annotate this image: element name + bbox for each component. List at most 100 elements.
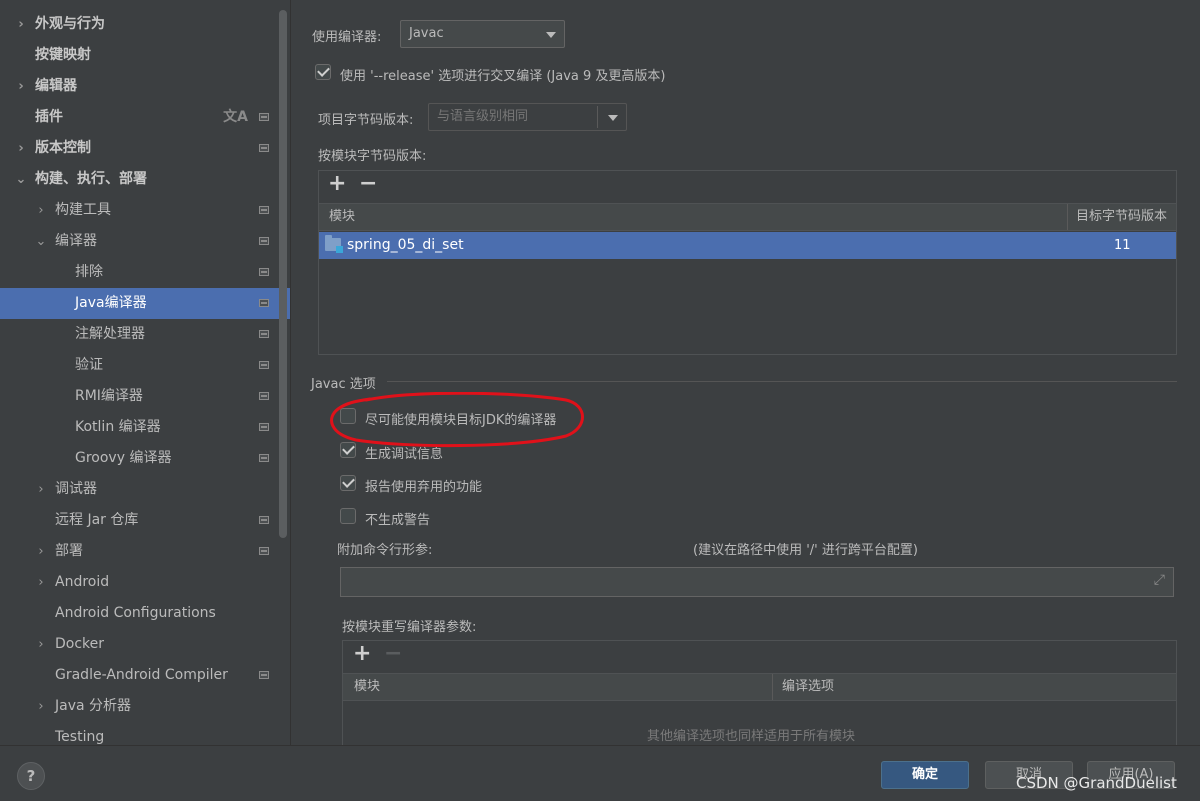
sidebar-item-label: 按键映射 xyxy=(35,47,91,63)
sidebar-item-appearance[interactable]: › 外观与行为 xyxy=(0,9,290,40)
sidebar-item-label: Kotlin 编译器 xyxy=(75,419,161,435)
sidebar-item-gradle-android-compiler[interactable]: Gradle-Android Compiler xyxy=(0,660,290,691)
column-header-compile-options[interactable]: 编译选项 xyxy=(782,674,834,700)
sidebar-item-label: 排除 xyxy=(75,264,103,280)
sidebar-item-java-compiler[interactable]: Java编译器 xyxy=(0,288,290,319)
javac-section-title: Javac 选项 xyxy=(311,377,376,392)
sidebar-item-annotation-processors[interactable]: 注解处理器 xyxy=(0,319,290,350)
section-divider xyxy=(387,381,1177,382)
help-icon[interactable]: ? xyxy=(17,762,45,790)
override-args-label: 按模块重写编译器参数: xyxy=(342,620,477,635)
override-table-header: 模块 编译选项 xyxy=(343,673,1176,701)
java-compiler-panel: 使用编译器: Javac 使用 '--release' 选项进行交叉编译 (Ja… xyxy=(291,0,1200,750)
module-table-header: 模块 目标字节码版本 xyxy=(319,203,1176,231)
project-scope-icon xyxy=(259,454,269,462)
sidebar-item-label: 外观与行为 xyxy=(35,16,105,32)
sidebar-item-label: Gradle-Android Compiler xyxy=(55,667,228,683)
sidebar-item-label: 验证 xyxy=(75,357,103,373)
column-divider[interactable] xyxy=(772,674,773,700)
add-override-button[interactable]: + xyxy=(353,643,371,665)
chevron-right-icon[interactable]: › xyxy=(15,133,27,164)
use-compiler-label: 使用编译器: xyxy=(312,30,382,45)
chevron-down-icon[interactable]: ⌄ xyxy=(15,164,27,195)
sidebar-item-label: 版本控制 xyxy=(35,140,91,156)
sidebar-item-remote-jar[interactable]: 远程 Jar 仓库 xyxy=(0,505,290,536)
sidebar-item-testing[interactable]: Testing xyxy=(0,722,290,745)
chevron-right-icon[interactable]: › xyxy=(35,474,47,505)
project-scope-icon xyxy=(259,392,269,400)
sidebar-item-build-tools[interactable]: › 构建工具 xyxy=(0,195,290,226)
chevron-right-icon[interactable]: › xyxy=(35,195,47,226)
column-divider[interactable] xyxy=(1067,204,1068,230)
sidebar-item-label: Groovy 编译器 xyxy=(75,450,172,466)
sidebar-item-label: 调试器 xyxy=(55,481,97,497)
module-target-version[interactable]: 11 xyxy=(1114,232,1131,259)
report-deprecated-checkbox[interactable] xyxy=(340,475,356,491)
chevron-down-icon[interactable]: ⌄ xyxy=(35,226,47,257)
column-header-target-bytecode[interactable]: 目标字节码版本 xyxy=(1076,204,1167,230)
column-header-module[interactable]: 模块 xyxy=(354,674,380,700)
add-module-button[interactable]: + xyxy=(328,173,346,195)
chevron-right-icon[interactable]: › xyxy=(35,567,47,598)
expand-icon[interactable]: ⤢ xyxy=(1154,572,1165,588)
sidebar-item-compiler[interactable]: ⌄ 编译器 xyxy=(0,226,290,257)
sidebar-item-label: RMI编译器 xyxy=(75,388,143,404)
sidebar-item-label: 部署 xyxy=(55,543,83,559)
csdn-watermark: CSDN @GrandDuelist xyxy=(1016,774,1177,792)
sidebar-item-deployment[interactable]: › 部署 xyxy=(0,536,290,567)
chevron-right-icon[interactable]: › xyxy=(15,71,27,102)
sidebar-item-label: Android Configurations xyxy=(55,605,216,621)
sidebar-item-label: 构建、执行、部署 xyxy=(35,171,147,187)
sidebar-item-rmi-compiler[interactable]: RMI编译器 xyxy=(0,381,290,412)
sidebar-item-kotlin-compiler[interactable]: Kotlin 编译器 xyxy=(0,412,290,443)
sidebar-item-editor[interactable]: › 编辑器 xyxy=(0,71,290,102)
sidebar-item-validation[interactable]: 验证 xyxy=(0,350,290,381)
release-option-checkbox[interactable] xyxy=(315,64,331,80)
module-name: spring_05_di_set xyxy=(347,237,464,253)
sidebar-scrollbar[interactable] xyxy=(279,10,287,538)
extra-args-input[interactable]: ⤢ xyxy=(340,567,1174,597)
sidebar-item-excludes[interactable]: 排除 xyxy=(0,257,290,288)
sidebar-item-plugins[interactable]: 插件 文A xyxy=(0,102,290,133)
project-scope-icon xyxy=(259,330,269,338)
remove-module-button[interactable]: − xyxy=(359,173,377,195)
extra-args-label: 附加命令行形参: xyxy=(337,543,433,558)
sidebar-item-groovy-compiler[interactable]: Groovy 编译器 xyxy=(0,443,290,474)
sidebar-item-label: Android xyxy=(55,574,110,590)
remove-override-button[interactable]: − xyxy=(384,643,402,665)
sidebar-item-label: 远程 Jar 仓库 xyxy=(55,512,139,528)
sidebar-item-debugger[interactable]: › 调试器 xyxy=(0,474,290,505)
use-module-jdk-checkbox[interactable] xyxy=(340,408,356,424)
module-folder-icon xyxy=(325,235,343,253)
sidebar-item-keymap[interactable]: 按键映射 xyxy=(0,40,290,71)
no-warnings-label: 不生成警告 xyxy=(365,513,431,528)
release-option-label: 使用 '--release' 选项进行交叉编译 (Java 9 及更高版本) xyxy=(340,69,666,84)
chevron-right-icon[interactable]: › xyxy=(35,629,47,660)
compiler-select[interactable]: Javac xyxy=(400,20,565,48)
bytecode-version-placeholder: 与语言级别相同 xyxy=(437,109,529,124)
chevron-right-icon[interactable]: › xyxy=(15,9,27,40)
column-header-module[interactable]: 模块 xyxy=(329,204,355,230)
sidebar-item-docker[interactable]: › Docker xyxy=(0,629,290,660)
ok-button[interactable]: 确定 xyxy=(881,761,969,789)
project-scope-icon xyxy=(259,206,269,214)
table-row[interactable]: spring_05_di_set 11 xyxy=(319,232,1176,259)
project-scope-icon xyxy=(259,237,269,245)
sidebar-item-build[interactable]: ⌄ 构建、执行、部署 xyxy=(0,164,290,195)
chevron-right-icon[interactable]: › xyxy=(35,691,47,722)
no-warnings-checkbox[interactable] xyxy=(340,508,356,524)
translate-icon: 文A xyxy=(223,109,248,125)
sidebar-item-android-configurations[interactable]: Android Configurations xyxy=(0,598,290,629)
sidebar-item-android[interactable]: › Android xyxy=(0,567,290,598)
sidebar-item-java-profiler[interactable]: › Java 分析器 xyxy=(0,691,290,722)
bytecode-version-select[interactable]: 与语言级别相同 xyxy=(428,103,627,131)
generate-debug-info-checkbox[interactable] xyxy=(340,442,356,458)
sidebar-item-version-control[interactable]: › 版本控制 xyxy=(0,133,290,164)
override-args-table: + − 模块 编译选项 其他编译选项也同样适用于所有模块 xyxy=(342,640,1177,750)
project-scope-icon xyxy=(259,547,269,555)
sidebar-item-label: Java 分析器 xyxy=(55,698,132,714)
sidebar-item-label: Java编译器 xyxy=(75,295,147,311)
chevron-right-icon[interactable]: › xyxy=(35,536,47,567)
project-scope-icon xyxy=(259,361,269,369)
sidebar-item-label: 插件 xyxy=(35,109,63,125)
